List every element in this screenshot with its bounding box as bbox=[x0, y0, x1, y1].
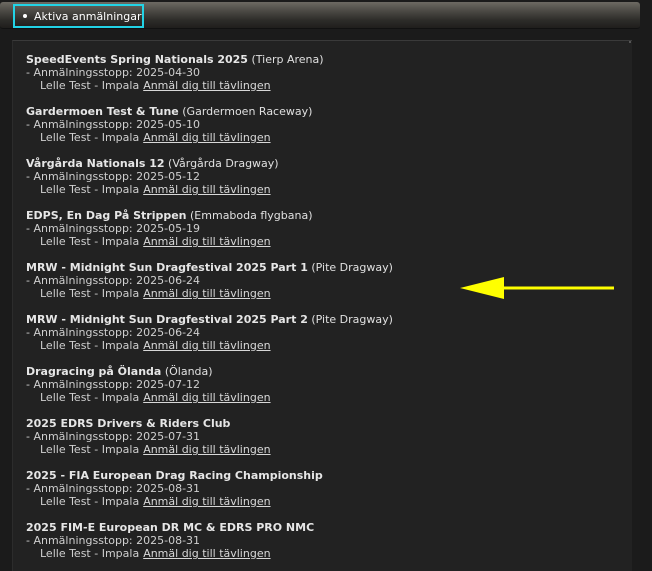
event-venue: (Pite Dragway) bbox=[311, 261, 393, 274]
event-deadline: - Anmälningsstopp: 2025-06-24 bbox=[26, 326, 201, 339]
event-entry: Lelle Test - Impala Anmäl dig till tävlin… bbox=[26, 79, 616, 92]
event-item: SpeedEvents Spring Nationals 2025 (Tierp… bbox=[26, 53, 616, 105]
driver-vehicle: Lelle Test - Impala bbox=[40, 287, 140, 300]
event-entry: Lelle Test - Impala Anmäl dig till tävlin… bbox=[26, 183, 616, 196]
event-item: Gardermoen Test & Tune (Gardermoen Racew… bbox=[26, 105, 616, 157]
event-title: Gardermoen Test & Tune (Gardermoen Racew… bbox=[26, 105, 616, 118]
event-name: Dragracing på Ölanda bbox=[26, 365, 162, 378]
tab-label: Aktiva anmälningar bbox=[34, 9, 142, 23]
event-item: 2025 - FIA European Drag Racing Champion… bbox=[26, 469, 616, 521]
driver-vehicle: Lelle Test - Impala bbox=[40, 495, 140, 508]
driver-vehicle: Lelle Test - Impala bbox=[40, 391, 140, 404]
event-deadline: - Anmälningsstopp: 2025-05-12 bbox=[26, 170, 201, 183]
event-name: 2025 FIM-E European DR MC & EDRS PRO NMC bbox=[26, 521, 315, 534]
event-name: MRW - Midnight Sun Dragfestival 2025 Par… bbox=[26, 313, 308, 326]
event-entry: Lelle Test - Impala Anmäl dig till tävlin… bbox=[26, 235, 616, 248]
active-registrations-panel: SpeedEvents Spring Nationals 2025 (Tierp… bbox=[12, 40, 632, 571]
page: Aktiva anmälningar SpeedEvents Spring Na… bbox=[0, 0, 652, 571]
event-item: 2025 FIM-E European DR MC & EDRS PRO NMC… bbox=[26, 521, 616, 571]
event-title: 2025 EDRS Drivers & Riders Club bbox=[26, 417, 616, 430]
event-name: 2025 EDRS Drivers & Riders Club bbox=[26, 417, 231, 430]
driver-vehicle: Lelle Test - Impala bbox=[40, 183, 140, 196]
event-name: Vårgårda Nationals 12 bbox=[26, 157, 165, 170]
bullet-icon bbox=[23, 14, 27, 18]
register-link[interactable]: Anmäl dig till tävlingen bbox=[143, 391, 270, 404]
event-item: MRW - Midnight Sun Dragfestival 2025 Par… bbox=[26, 313, 616, 365]
driver-vehicle: Lelle Test - Impala bbox=[40, 547, 140, 560]
tab-aktiva-anmalningar[interactable]: Aktiva anmälningar bbox=[13, 4, 144, 28]
event-venue: (Vårgårda Dragway) bbox=[168, 157, 279, 170]
event-deadline: - Anmälningsstopp: 2025-07-31 bbox=[26, 430, 201, 443]
register-link[interactable]: Anmäl dig till tävlingen bbox=[143, 339, 270, 352]
event-name: MRW - Midnight Sun Dragfestival 2025 Par… bbox=[26, 261, 308, 274]
event-entry: Lelle Test - Impala Anmäl dig till tävlin… bbox=[26, 339, 616, 352]
event-name: SpeedEvents Spring Nationals 2025 bbox=[26, 53, 248, 66]
event-venue: (Emmaboda flygbana) bbox=[190, 209, 313, 222]
header-bar: Aktiva anmälningar bbox=[0, 2, 640, 29]
event-title: Vårgårda Nationals 12 (Vårgårda Dragway) bbox=[26, 157, 616, 170]
event-deadline: - Anmälningsstopp: 2025-08-31 bbox=[26, 534, 201, 547]
driver-vehicle: Lelle Test - Impala bbox=[40, 131, 140, 144]
event-deadline: - Anmälningsstopp: 2025-05-19 bbox=[26, 222, 201, 235]
event-item: Dragracing på Ölanda (Ölanda) - Anmälnin… bbox=[26, 365, 616, 417]
event-name: 2025 - FIA European Drag Racing Champion… bbox=[26, 469, 323, 482]
event-entry: Lelle Test - Impala Anmäl dig till tävlin… bbox=[26, 131, 616, 144]
register-link[interactable]: Anmäl dig till tävlingen bbox=[143, 495, 270, 508]
register-link[interactable]: Anmäl dig till tävlingen bbox=[143, 287, 270, 300]
driver-vehicle: Lelle Test - Impala bbox=[40, 235, 140, 248]
event-deadline: - Anmälningsstopp: 2025-08-31 bbox=[26, 482, 201, 495]
event-deadline: - Anmälningsstopp: 2025-05-10 bbox=[26, 118, 201, 131]
event-title: EDPS, En Dag På Strippen (Emmaboda flygb… bbox=[26, 209, 616, 222]
register-link[interactable]: Anmäl dig till tävlingen bbox=[143, 547, 270, 560]
panel-corner bbox=[629, 41, 631, 43]
driver-vehicle: Lelle Test - Impala bbox=[40, 339, 140, 352]
event-deadline: - Anmälningsstopp: 2025-07-12 bbox=[26, 378, 201, 391]
event-entry: Lelle Test - Impala Anmäl dig till tävlin… bbox=[26, 443, 616, 456]
event-entry: Lelle Test - Impala Anmäl dig till tävlin… bbox=[26, 495, 616, 508]
event-venue: (Pite Dragway) bbox=[311, 313, 393, 326]
register-link[interactable]: Anmäl dig till tävlingen bbox=[143, 79, 270, 92]
event-item: EDPS, En Dag På Strippen (Emmaboda flygb… bbox=[26, 209, 616, 261]
event-title: Dragracing på Ölanda (Ölanda) bbox=[26, 365, 616, 378]
event-venue: (Tierp Arena) bbox=[251, 53, 324, 66]
register-link[interactable]: Anmäl dig till tävlingen bbox=[143, 443, 270, 456]
driver-vehicle: Lelle Test - Impala bbox=[40, 79, 140, 92]
event-title: 2025 FIM-E European DR MC & EDRS PRO NMC bbox=[26, 521, 616, 534]
event-entry: Lelle Test - Impala Anmäl dig till tävlin… bbox=[26, 391, 616, 404]
register-link[interactable]: Anmäl dig till tävlingen bbox=[143, 131, 270, 144]
event-list: SpeedEvents Spring Nationals 2025 (Tierp… bbox=[26, 53, 616, 571]
register-link[interactable]: Anmäl dig till tävlingen bbox=[143, 235, 270, 248]
event-title: MRW - Midnight Sun Dragfestival 2025 Par… bbox=[26, 313, 616, 326]
event-title: SpeedEvents Spring Nationals 2025 (Tierp… bbox=[26, 53, 616, 66]
register-link[interactable]: Anmäl dig till tävlingen bbox=[143, 183, 270, 196]
event-entry: Lelle Test - Impala Anmäl dig till tävlin… bbox=[26, 547, 616, 560]
event-item: Vårgårda Nationals 12 (Vårgårda Dragway)… bbox=[26, 157, 616, 209]
event-title: 2025 - FIA European Drag Racing Champion… bbox=[26, 469, 616, 482]
event-deadline: - Anmälningsstopp: 2025-04-30 bbox=[26, 66, 201, 79]
event-name: Gardermoen Test & Tune bbox=[26, 105, 179, 118]
event-venue: (Gardermoen Raceway) bbox=[182, 105, 313, 118]
event-item: 2025 EDRS Drivers & Riders Club - Anmäln… bbox=[26, 417, 616, 469]
event-venue: (Ölanda) bbox=[164, 365, 213, 378]
event-name: EDPS, En Dag På Strippen bbox=[26, 209, 187, 222]
left-arrow-icon bbox=[460, 277, 614, 299]
driver-vehicle: Lelle Test - Impala bbox=[40, 443, 140, 456]
